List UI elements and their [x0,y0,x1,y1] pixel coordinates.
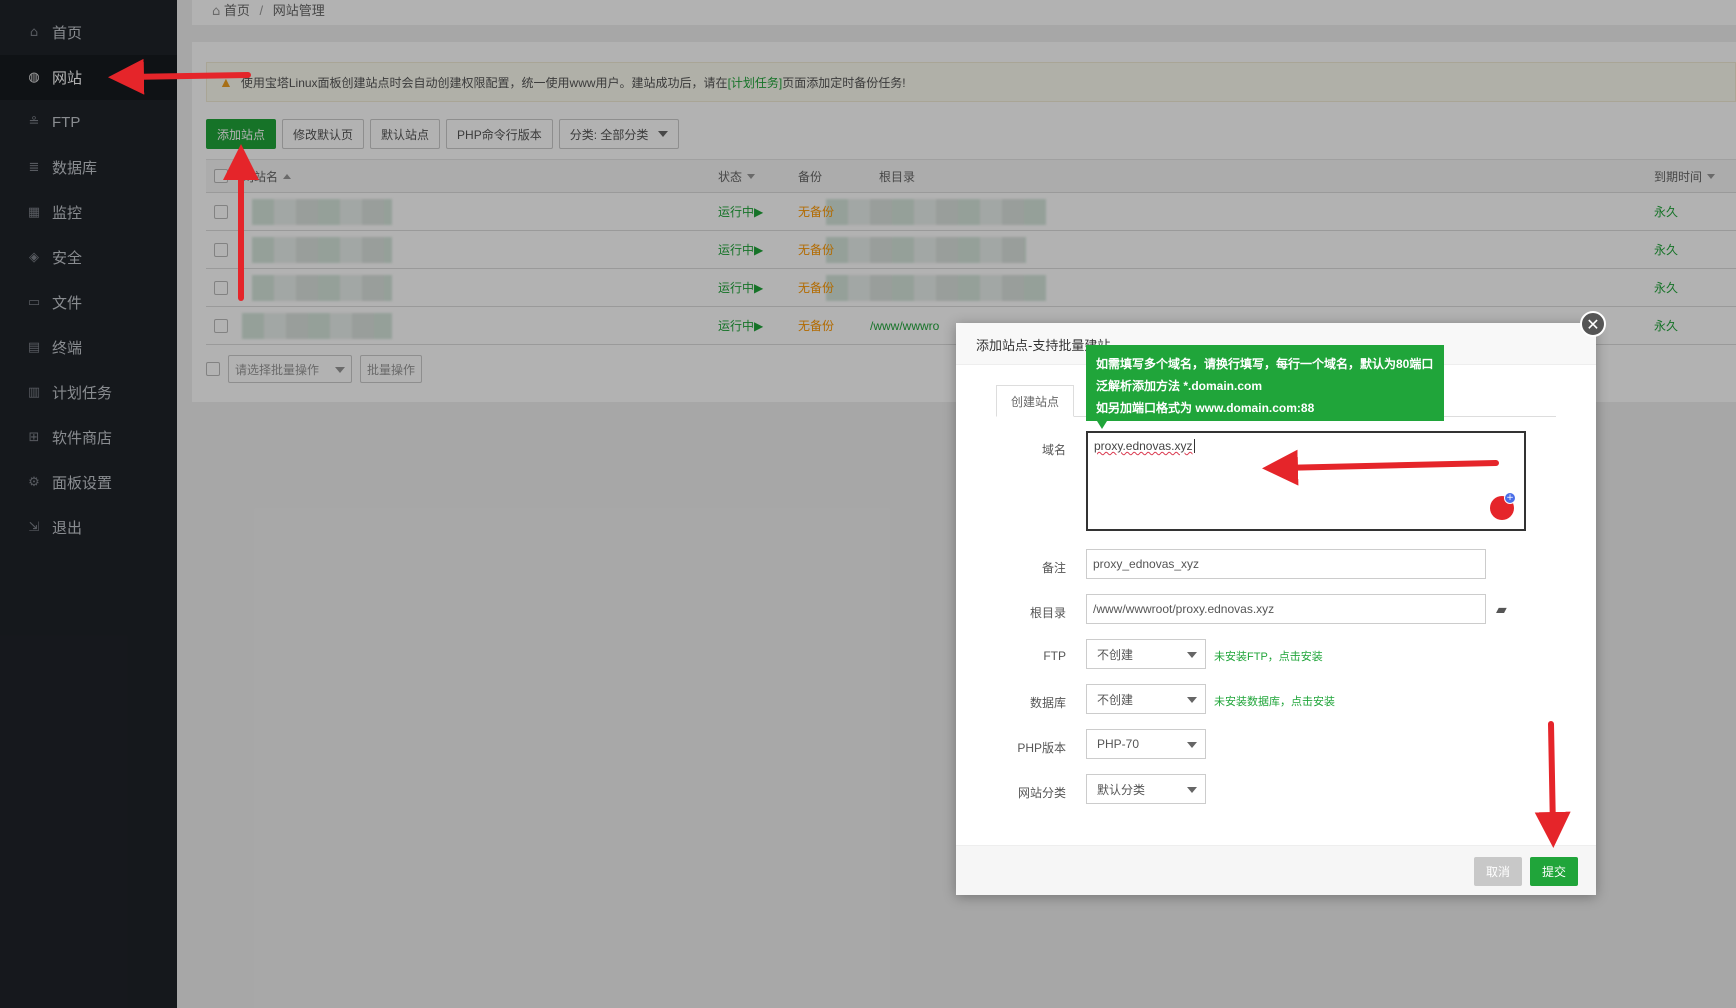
site-category-label: 网站分类 [1017,786,1066,800]
site-category-value: 默认分类 [1097,782,1146,797]
note-input[interactable]: proxy_ednovas_xyz [1086,549,1486,579]
chevron-down-icon [1187,787,1197,793]
plus-icon: + [1504,492,1516,504]
tooltip-line: 如另加端口格式为 www.domain.com:88 [1096,401,1315,415]
domain-textarea[interactable]: proxy.ednovas.xyz [1086,431,1526,531]
ftp-install-link[interactable]: 未安装FTP，点击安装 [1214,648,1323,664]
ftp-label: FTP [1043,649,1066,663]
database-select-value: 不创建 [1097,692,1134,707]
folder-open-icon[interactable]: ▰ [1496,601,1507,618]
chevron-down-icon [1187,652,1197,658]
submit-button[interactable]: 提交 [1530,857,1579,886]
database-label: 数据库 [1029,696,1066,710]
chevron-down-icon [1187,697,1197,703]
ftp-select[interactable]: 不创建 [1086,639,1206,669]
database-install-link[interactable]: 未安装数据库，点击安装 [1214,693,1335,709]
php-version-label: PHP版本 [1017,741,1066,755]
domain-value: proxy.ednovas.xyz [1094,439,1193,453]
root-dir-value: /www/wwwroot/proxy.ednovas.xyz [1093,602,1275,616]
cancel-button[interactable]: 取消 [1474,857,1523,886]
domain-label: 域名 [1041,443,1066,457]
tooltip-line: 泛解析添加方法 *.domain.com [1096,379,1263,393]
root-dir-label: 根目录 [1029,606,1066,620]
tab-create-site[interactable]: 创建站点 [996,385,1075,417]
close-icon[interactable]: ✕ [1580,311,1606,337]
dialog-footer: 取消 提交 [956,845,1596,895]
database-select[interactable]: 不创建 [1086,684,1206,714]
root-dir-input[interactable]: /www/wwwroot/proxy.ednovas.xyz [1086,594,1486,624]
tooltip-pointer [1097,421,1107,429]
note-label: 备注 [1041,561,1066,575]
tooltip-line: 如需填写多个域名，请换行填写，每行一个域名，默认为80端口 [1096,357,1434,371]
ftp-select-value: 不创建 [1097,647,1134,662]
site-category-select[interactable]: 默认分类 [1086,774,1206,804]
domain-help-tooltip: 如需填写多个域名，请换行填写，每行一个域名，默认为80端口 泛解析添加方法 *.… [1086,345,1444,421]
note-value: proxy_ednovas_xyz [1093,557,1200,571]
php-version-select[interactable]: PHP-70 [1086,729,1206,759]
php-version-value: PHP-70 [1097,737,1140,751]
chevron-down-icon [1187,742,1197,748]
